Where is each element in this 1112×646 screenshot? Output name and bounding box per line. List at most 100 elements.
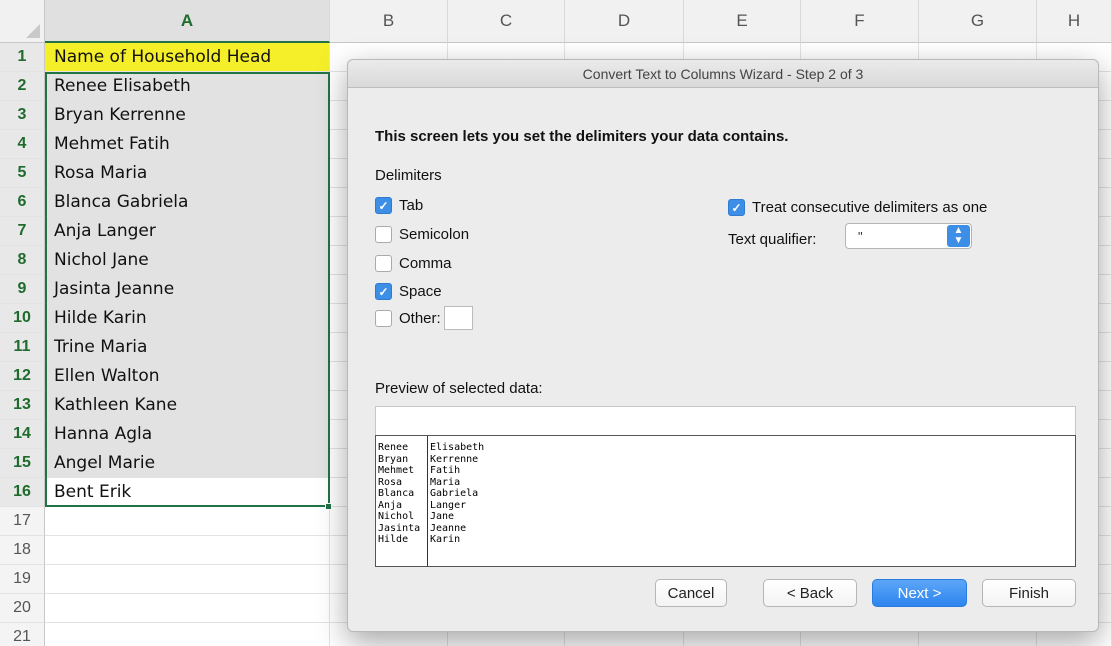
cell-a7[interactable]: Anja Langer: [45, 217, 330, 246]
row-header-6[interactable]: 6: [0, 188, 45, 217]
preview-cell: Nichol: [378, 511, 415, 522]
select-all-corner[interactable]: [0, 0, 45, 43]
preview-cell: Renee: [378, 442, 409, 453]
column-header-b[interactable]: B: [330, 0, 448, 43]
cancel-button[interactable]: Cancel: [655, 579, 727, 607]
row-header-18[interactable]: 18: [0, 536, 45, 565]
semicolon-checkbox[interactable]: Semicolon: [375, 226, 469, 243]
preview-cell: Bryan: [378, 453, 409, 465]
preview-cell: Kerrenne: [430, 453, 479, 465]
cell-a14[interactable]: Hanna Agla: [45, 420, 330, 449]
cell-a15[interactable]: Angel Marie: [45, 449, 330, 478]
row-header-3[interactable]: 3: [0, 101, 45, 130]
cell-a21[interactable]: [45, 623, 330, 646]
column-header-h[interactable]: H: [1037, 0, 1112, 43]
preview-cell: Mehmet: [378, 465, 415, 476]
text-qualifier-value: ": [858, 228, 863, 244]
preview-data-box[interactable]: Renee Elisabeth Bryan Kerrenne Mehmet Fatih Ro…: [375, 435, 1076, 567]
cell-a18[interactable]: [45, 536, 330, 565]
row-header-17[interactable]: 17: [0, 507, 45, 536]
row-header-19[interactable]: 19: [0, 565, 45, 594]
fill-handle[interactable]: [325, 503, 332, 510]
preview-cell: Rosa: [378, 476, 403, 488]
column-header-f[interactable]: F: [801, 0, 919, 43]
other-checkbox-box[interactable]: [375, 309, 392, 327]
row-header-7[interactable]: 7: [0, 217, 45, 246]
row-header-10[interactable]: 10: [0, 304, 45, 333]
cell-a16[interactable]: Bent Erik: [45, 478, 330, 507]
row-header-13[interactable]: 13: [0, 391, 45, 420]
row-header-11[interactable]: 11: [0, 333, 45, 362]
next-button[interactable]: Next >: [872, 579, 967, 607]
cell-a11[interactable]: Trine Maria: [45, 333, 330, 362]
row-header-12[interactable]: 12: [0, 362, 45, 391]
comma-checkbox[interactable]: Comma: [375, 255, 452, 272]
text-qualifier-select[interactable]: " ▲ ▼: [845, 223, 972, 249]
consecutive-checkbox-box[interactable]: ✓: [728, 199, 745, 216]
row-header-5[interactable]: 5: [0, 159, 45, 188]
preview-cell: Jasinta: [378, 522, 421, 534]
space-checkbox[interactable]: ✓ Space: [375, 283, 442, 300]
row-header-9[interactable]: 9: [0, 275, 45, 304]
tab-checkbox-box[interactable]: ✓: [375, 197, 392, 214]
finish-button[interactable]: Finish: [982, 579, 1076, 607]
dialog-title: Convert Text to Columns Wizard - Step 2 …: [348, 60, 1098, 88]
cell-a1[interactable]: Name of Household Head: [45, 43, 330, 72]
column-header-c[interactable]: C: [448, 0, 565, 43]
row-header-20[interactable]: 20: [0, 594, 45, 623]
text-qualifier-label: Text qualifier:: [728, 231, 817, 248]
comma-checkbox-box[interactable]: [375, 255, 392, 272]
preview-column-header[interactable]: [375, 406, 1076, 436]
preview-cell: Karin: [430, 534, 461, 545]
tab-checkbox[interactable]: ✓ Tab: [375, 197, 423, 214]
cell-a10[interactable]: Hilde Karin: [45, 304, 330, 333]
dialog-instruction: This screen lets you set the delimiters …: [375, 128, 789, 145]
cell-a5[interactable]: Rosa Maria: [45, 159, 330, 188]
back-button[interactable]: < Back: [763, 579, 857, 607]
cell-a13[interactable]: Kathleen Kane: [45, 391, 330, 420]
cell-a6[interactable]: Blanca Gabriela: [45, 188, 330, 217]
column-header-g[interactable]: G: [919, 0, 1037, 43]
cell-a17[interactable]: [45, 507, 330, 536]
consecutive-checkbox-label: Treat consecutive delimiters as one: [752, 199, 988, 216]
row-header-15[interactable]: 15: [0, 449, 45, 478]
cell-a4[interactable]: Mehmet Fatih: [45, 130, 330, 159]
column-header-e[interactable]: E: [684, 0, 801, 43]
delimiters-label: Delimiters: [375, 167, 442, 184]
row-header-4[interactable]: 4: [0, 130, 45, 159]
cell-a8[interactable]: Nichol Jane: [45, 246, 330, 275]
preview-cell: Hilde: [378, 534, 409, 545]
cell-a9[interactable]: Jasinta Jeanne: [45, 275, 330, 304]
cell-a3[interactable]: Bryan Kerrenne: [45, 101, 330, 130]
row-header-2[interactable]: 2: [0, 72, 45, 101]
row-header-8[interactable]: 8: [0, 246, 45, 275]
preview-cell: Gabriela: [430, 488, 479, 499]
preview-cell: Langer: [430, 499, 467, 511]
row-header-1[interactable]: 1: [0, 43, 45, 72]
tab-checkbox-label: Tab: [399, 197, 424, 214]
preview-cell: Elisabeth: [430, 442, 485, 453]
column-header-d[interactable]: D: [565, 0, 684, 43]
row-header-16[interactable]: 16: [0, 478, 45, 507]
space-checkbox-box[interactable]: ✓: [375, 283, 392, 300]
other-delimiter-input[interactable]: [443, 306, 473, 330]
preview-cell: Jane: [430, 511, 455, 522]
column-header-a[interactable]: A: [45, 0, 330, 43]
preview-cell: Fatih: [430, 465, 461, 476]
other-checkbox[interactable]: Other:: [375, 306, 473, 330]
consecutive-delimiters-checkbox[interactable]: ✓ Treat consecutive delimiters as one: [728, 199, 987, 216]
text-to-columns-dialog: Convert Text to Columns Wizard - Step 2 …: [347, 59, 1099, 632]
cell-a2[interactable]: Renee Elisabeth: [45, 72, 330, 101]
select-all-icon: [26, 24, 40, 38]
chevron-updown-icon[interactable]: ▲ ▼: [947, 225, 970, 247]
cell-a20[interactable]: [45, 594, 330, 623]
row-header-21[interactable]: 21: [0, 623, 45, 646]
preview-label: Preview of selected data:: [375, 380, 543, 397]
other-checkbox-label: Other:: [399, 309, 441, 327]
semicolon-checkbox-label: Semicolon: [399, 226, 470, 243]
semicolon-checkbox-box[interactable]: [375, 226, 392, 243]
preview-cell: Jeanne: [430, 522, 467, 534]
cell-a19[interactable]: [45, 565, 330, 594]
cell-a12[interactable]: Ellen Walton: [45, 362, 330, 391]
row-header-14[interactable]: 14: [0, 420, 45, 449]
